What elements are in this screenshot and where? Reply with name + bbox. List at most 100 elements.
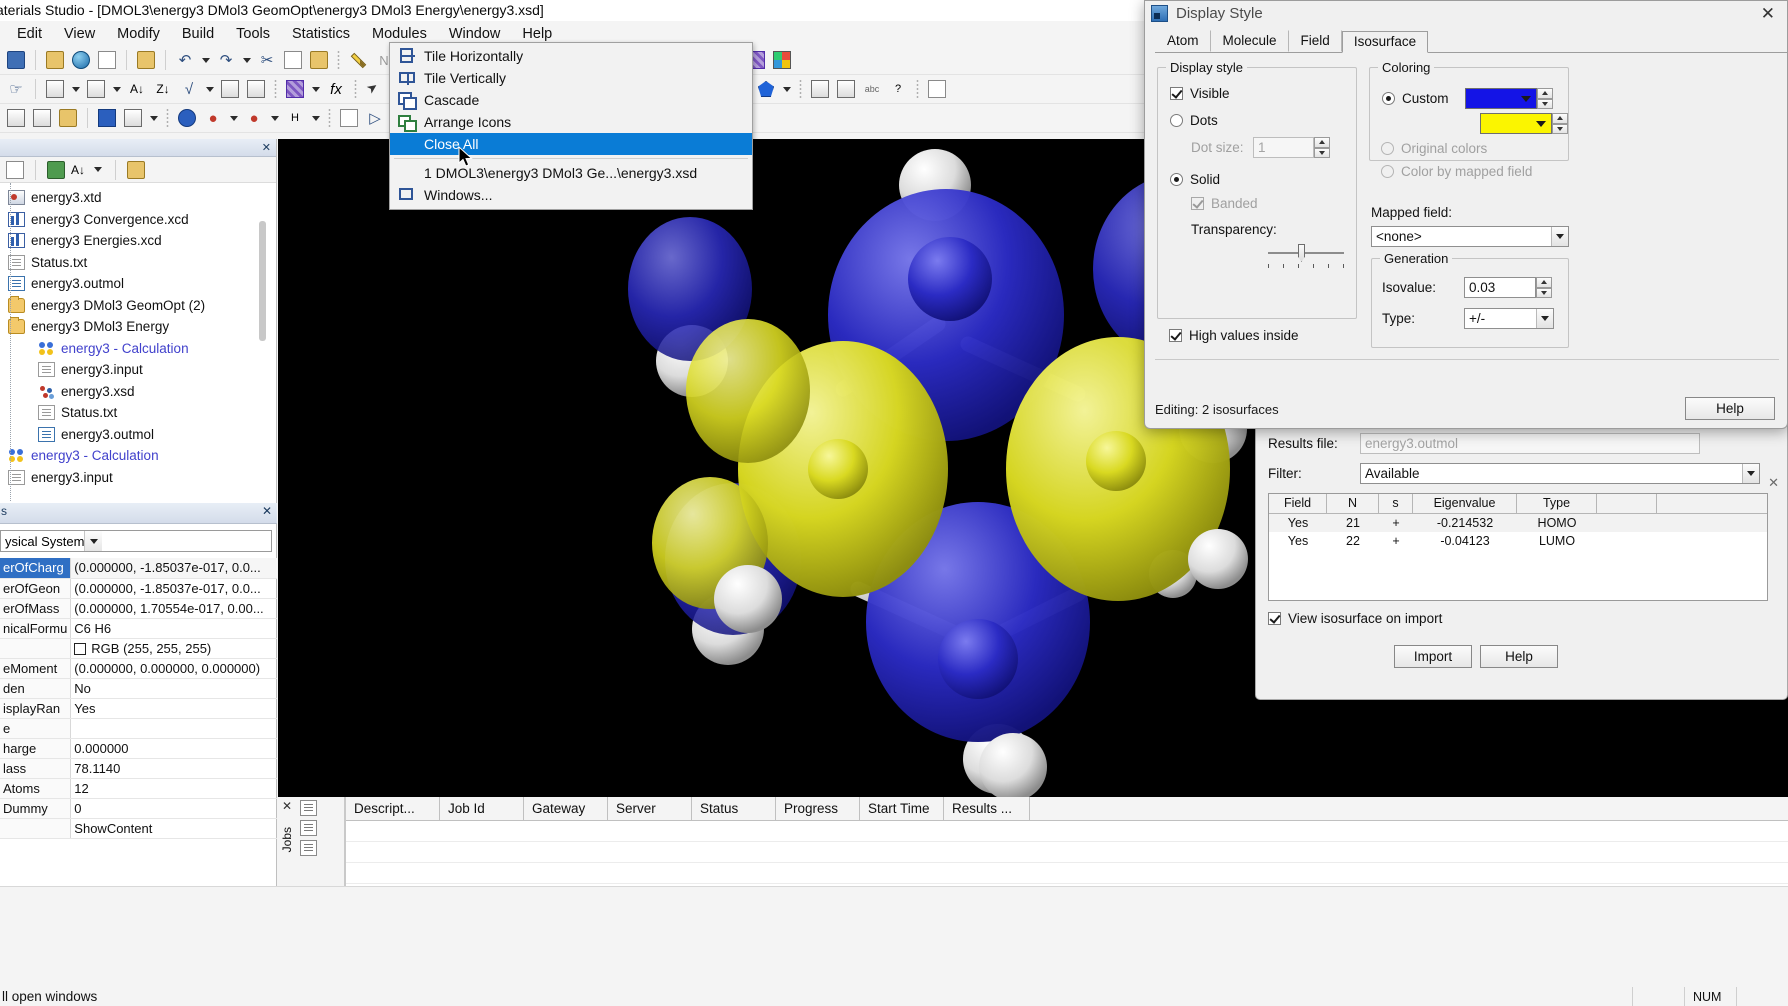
solid-radio[interactable] (1170, 173, 1183, 186)
fields-column-header[interactable]: N (1327, 494, 1379, 513)
property-row[interactable]: Dummy 0 (0, 798, 277, 819)
tree-item[interactable]: energy3 DMol3 GeomOpt (2) (0, 295, 276, 317)
menu-item-cascade[interactable]: Cascade (390, 89, 752, 111)
annotate-button[interactable] (346, 48, 370, 72)
fields-column-header[interactable]: Field (1269, 494, 1327, 513)
property-row[interactable]: isplayRan Yes (0, 698, 277, 719)
import-structure-button[interactable] (56, 106, 80, 130)
property-row[interactable]: den No (0, 678, 277, 699)
redo-button[interactable]: ↷ (214, 48, 238, 72)
tree-item[interactable]: energy3.xtd (0, 187, 276, 209)
close-icon[interactable]: ✕ (282, 799, 292, 813)
color-by-mapped-field-radio[interactable] (1381, 165, 1394, 178)
hand-select-button[interactable]: ☞ (4, 77, 28, 101)
filter-button[interactable]: √ (177, 77, 201, 101)
add-fragment-button[interactable]: ● (242, 106, 266, 130)
menu-item-tile-horizontally[interactable]: Tile Horizontally (390, 45, 752, 67)
tree-item[interactable]: energy3.outmol (0, 424, 276, 446)
surface-button[interactable] (754, 77, 778, 101)
tab-isosurface[interactable]: Isosurface (1341, 31, 1429, 53)
sort-az-icon[interactable]: A↓ (71, 163, 85, 177)
isovalue-input[interactable]: 0.03 (1464, 277, 1536, 298)
sort-ascending-button[interactable]: A↓ (125, 77, 149, 101)
menu-modify[interactable]: Modify (106, 23, 171, 45)
negative-color-spinner[interactable] (1552, 113, 1568, 134)
tab-atom[interactable]: Atom (1155, 30, 1211, 52)
jobs-column-header[interactable]: Server (608, 797, 692, 820)
menu-statistics[interactable]: Statistics (281, 23, 361, 45)
tree-item[interactable]: energy3 DMol3 Energy (0, 316, 276, 338)
query-button[interactable]: ? (886, 77, 910, 101)
add-hydrogen-dropdown-icon[interactable] (309, 106, 322, 130)
property-row[interactable]: erOfCharg (0.000000, -1.85037e-017, 0.0..… (0, 558, 277, 579)
dialog-help-button[interactable]: Help (1685, 397, 1775, 420)
dots-row[interactable]: Dots (1170, 113, 1356, 128)
fields-table-body[interactable]: Yes 21 + -0.214532 HOMO Yes 22 + -0.04123 LUMO (1269, 514, 1767, 550)
banded-checkbox[interactable] (1191, 197, 1204, 210)
type-combo[interactable]: +/- (1464, 308, 1554, 329)
results-help-button[interactable]: Help (1480, 645, 1558, 668)
dialog-title-bar[interactable]: Display Style ✕ (1145, 1, 1787, 25)
positive-color-swatch[interactable] (1464, 88, 1537, 109)
sort-descending-button[interactable]: Z↓ (151, 77, 175, 101)
fields-column-header[interactable]: Type (1517, 494, 1597, 513)
jobs-column-header[interactable]: Progress (776, 797, 860, 820)
chart-button[interactable] (84, 77, 108, 101)
transparency-slider-thumb[interactable] (1298, 244, 1305, 262)
atom-a-button[interactable] (95, 106, 119, 130)
custom-radio[interactable] (1382, 92, 1395, 105)
menu-item-close-all[interactable]: Close All (390, 133, 752, 155)
add-bond-button[interactable]: ● (201, 106, 225, 130)
undo-button[interactable]: ↶ (173, 48, 197, 72)
movie-button[interactable] (337, 106, 361, 130)
original-colors-row[interactable]: Original colors (1381, 141, 1487, 156)
atom-tool-button[interactable] (808, 77, 832, 101)
surface-dropdown-icon[interactable] (780, 77, 793, 101)
abc-label-button[interactable]: abc (860, 77, 884, 101)
property-value[interactable]: 78.1140 (70, 758, 277, 779)
new-project-icon[interactable] (6, 160, 24, 179)
chevron-down-icon[interactable] (1536, 309, 1553, 328)
positive-color-spinner[interactable] (1536, 88, 1553, 109)
spreadsheet-dropdown-icon[interactable] (309, 77, 322, 101)
document-tool-button[interactable] (925, 77, 949, 101)
help-book-icon[interactable] (127, 160, 146, 179)
jobs-column-header[interactable]: Start Time (860, 797, 944, 820)
property-row[interactable]: harge 0.000000 (0, 738, 277, 759)
jobs-column-header[interactable]: Descript... (346, 797, 440, 820)
play-forward-button[interactable]: ▷ (363, 106, 387, 130)
custom-coloring-row[interactable]: Custom (1382, 88, 1568, 109)
property-row[interactable]: RGB (255, 255, 255) (0, 638, 277, 659)
dot-size-spinner[interactable] (1314, 137, 1330, 158)
jobs-grid-body[interactable] (346, 821, 1788, 886)
property-value[interactable]: ShowContent (70, 818, 277, 839)
add-bond-dropdown-icon[interactable] (227, 106, 240, 130)
solid-row[interactable]: Solid (1170, 172, 1356, 187)
new-document-button[interactable] (95, 48, 119, 72)
jobs-column-header[interactable]: Results ... (944, 797, 1030, 820)
menu-item-recent-document[interactable]: 1 DMOL3\energy3 DMol3 Ge...\energy3.xsd (390, 162, 752, 184)
jobs-tab-label[interactable]: Jobs (280, 827, 294, 852)
cut-button[interactable]: ✂ (255, 48, 279, 72)
property-value[interactable]: (0.000000, -1.85037e-017, 0.0... (70, 578, 277, 599)
insert-row-button[interactable] (4, 106, 28, 130)
tree-item[interactable]: energy3 - Calculation (0, 338, 276, 360)
color-swatch-icon[interactable] (74, 642, 87, 655)
function-button[interactable]: fx (324, 77, 348, 101)
pattern-button[interactable] (834, 77, 858, 101)
menu-tools[interactable]: Tools (225, 23, 281, 45)
job-hand-icon[interactable] (300, 820, 317, 836)
unlock-button[interactable] (244, 77, 268, 101)
property-value[interactable]: Yes (70, 698, 277, 719)
close-icon[interactable]: ✕ (1755, 5, 1781, 22)
property-row[interactable]: ShowContent (0, 818, 277, 839)
property-row[interactable]: erOfMass (0.000000, 1.70554e-017, 0.00... (0, 598, 277, 619)
property-value[interactable]: 0.000000 (70, 738, 277, 759)
menu-edit[interactable]: Edit (6, 23, 53, 45)
transparency-slider[interactable] (1268, 242, 1344, 268)
menu-item-tile-vertically[interactable]: Tile Vertically (390, 67, 752, 89)
property-value[interactable]: No (70, 678, 277, 699)
package-button[interactable] (134, 48, 158, 72)
property-row[interactable]: lass 78.1140 (0, 758, 277, 779)
filter-combo[interactable]: Available (1360, 463, 1760, 484)
